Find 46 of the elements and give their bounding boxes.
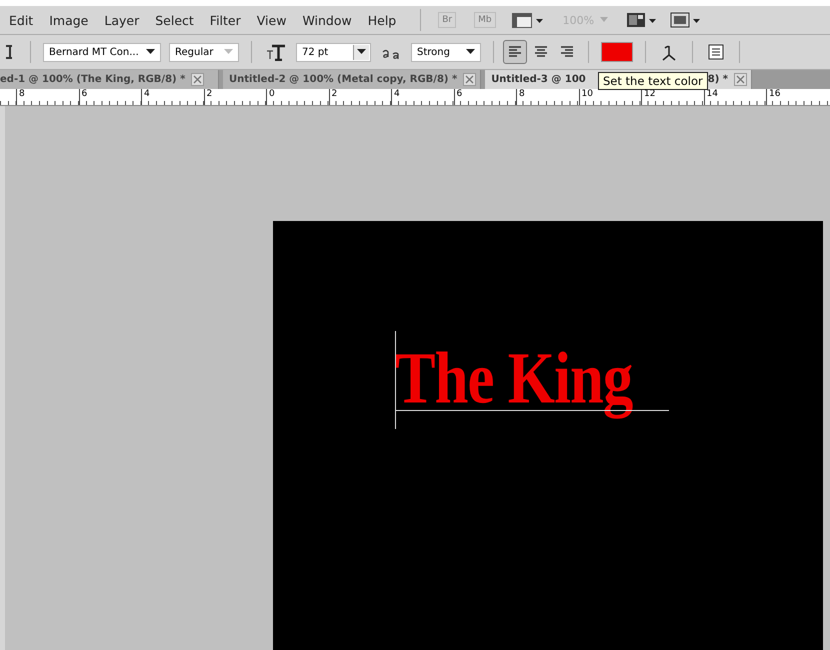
- layout-icon[interactable]: [626, 11, 658, 29]
- ruler-label: 8: [516, 89, 578, 105]
- align-lines-icon: [560, 45, 574, 59]
- font-style-dropdown[interactable]: Regular: [169, 42, 239, 62]
- menu-item[interactable]: Layer: [104, 12, 140, 28]
- close-icon[interactable]: [734, 73, 747, 86]
- font-size-field[interactable]: 72 pt: [296, 42, 371, 62]
- tooltip: Set the text color: [598, 72, 708, 90]
- screen-mode-icon[interactable]: [670, 11, 702, 29]
- align-left-button[interactable]: [503, 40, 527, 64]
- ruler-label: 0: [266, 89, 328, 105]
- menu-item[interactable]: View: [256, 12, 286, 28]
- close-icon[interactable]: [463, 73, 476, 86]
- warp-text-icon[interactable]: [660, 43, 678, 61]
- ruler-label: 4: [391, 89, 454, 105]
- caret-icon: [600, 17, 608, 23]
- ruler-label: 6: [78, 89, 141, 105]
- close-icon[interactable]: [191, 73, 204, 86]
- menu-item[interactable]: Help: [368, 12, 396, 28]
- caret-icon: [146, 49, 155, 55]
- ruler-label: 16: [766, 89, 828, 105]
- caret-icon: [224, 49, 233, 55]
- menu-item[interactable]: Edit: [9, 12, 34, 28]
- caret-icon: [357, 49, 366, 55]
- text-color-swatch[interactable]: [601, 42, 633, 62]
- caret-icon: [466, 49, 475, 55]
- font-family-dropdown[interactable]: Bernard MT Con...: [43, 42, 161, 62]
- ruler-label: 14: [704, 89, 766, 105]
- ruler-label: 6: [454, 89, 516, 105]
- ruler-label: 4: [141, 89, 204, 105]
- align-lines-icon: [508, 45, 522, 59]
- ruler-label: 8: [16, 89, 78, 105]
- menu-item[interactable]: Filter: [210, 12, 241, 28]
- align-lines-icon: [534, 45, 548, 59]
- ruler-label: 2: [204, 89, 266, 105]
- font-size-icon: [266, 43, 286, 61]
- ruler-label: 2: [328, 89, 391, 105]
- ruler-label: 10: [578, 89, 641, 105]
- film-icon[interactable]: [510, 11, 545, 29]
- panels-icon[interactable]: [707, 43, 725, 61]
- menu-item[interactable]: Image: [49, 12, 88, 28]
- document-tab[interactable]: Untitled-2 @ 100% (Metal copy, RGB/8) *: [223, 70, 482, 89]
- menu-item[interactable]: Window: [302, 12, 352, 28]
- antialias-dropdown[interactable]: Strong: [411, 42, 481, 62]
- document-tab[interactable]: ed-1 @ 100% (The King, RGB/8) *: [0, 70, 219, 89]
- menu-item[interactable]: Select: [155, 12, 194, 28]
